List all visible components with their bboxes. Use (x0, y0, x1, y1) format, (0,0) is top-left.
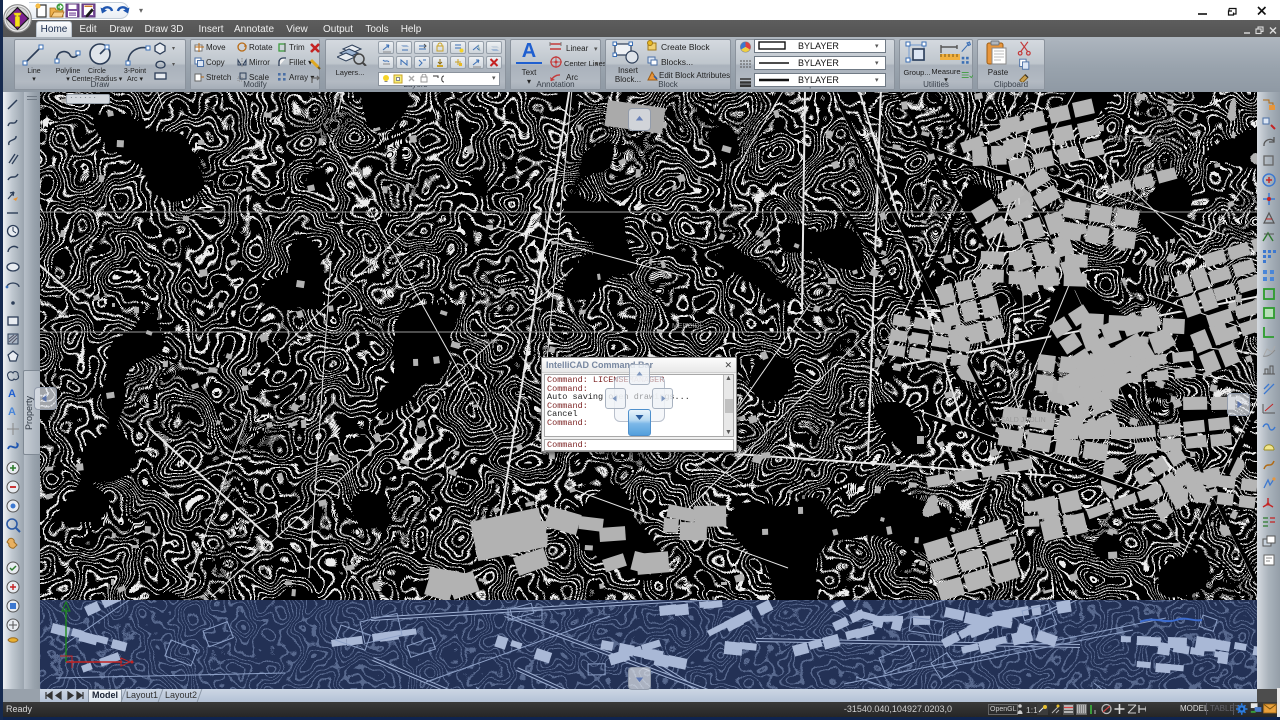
svg-text:▾: ▾ (172, 62, 175, 68)
svg-text:1:1: 1:1 (1026, 705, 1038, 715)
svg-text:LA NIMA: LA NIMA (470, 339, 498, 346)
svg-text:A: A (8, 406, 16, 418)
svg-text:MERCIDI: MERCIDI (672, 323, 702, 330)
svg-text:SANTE TERSE: SANTE TERSE (1108, 134, 1170, 144)
svg-text:A: A (8, 388, 16, 400)
svg-text:▾: ▾ (172, 46, 175, 52)
svg-text:ROSALD JUOLIN: ROSALD JUOLIN (990, 417, 1046, 424)
